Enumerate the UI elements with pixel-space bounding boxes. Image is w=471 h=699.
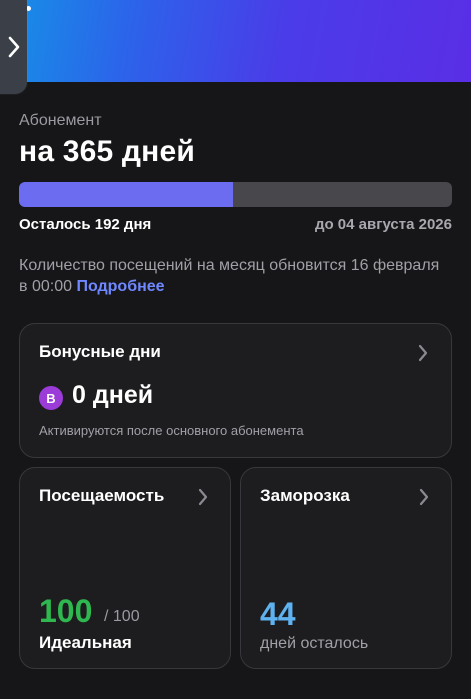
freeze-card[interactable]: Заморозка 44 дней осталось [240,467,452,669]
side-expand-tab[interactable] [0,0,27,94]
days-remaining: Осталось 192 дня [19,216,152,233]
subscription-screen: Абонемент на 365 дней Осталось 192 дня д… [0,0,471,699]
bonus-days-note: Активируются после основного абонемента [39,423,304,438]
attendance-card[interactable]: Посещаемость 100 / 100 Идеальная [19,467,231,669]
attendance-max: / 100 [104,608,140,625]
subscription-title: на 365 дней [19,135,196,168]
chevron-right-icon [198,488,208,506]
attendance-label: Идеальная [39,633,132,652]
chevron-right-icon [418,344,428,362]
freeze-days-label: дней осталось [260,635,369,652]
visits-info: Количество посещений на месяц обновится … [19,255,449,297]
bonus-days-value: 0 дней [72,381,154,409]
chevron-right-icon [419,488,429,506]
subscription-progress-fill [19,182,233,207]
hero-banner [0,0,471,82]
details-link[interactable]: Подробнее [76,278,164,295]
bonus-days-card[interactable]: Бонусные дни B 0 дней Активируются после… [19,323,452,458]
bonus-badge-icon: B [39,386,63,410]
subscription-progress-bar [19,182,452,207]
freeze-days-value: 44 [260,596,296,632]
freeze-title: Заморозка [260,486,350,505]
subscription-label: Абонемент [19,112,102,129]
attendance-value: 100 [39,593,93,629]
bonus-days-title: Бонусные дни [39,342,161,361]
expiry-date: до 04 августа 2026 [314,216,452,233]
chevron-right-icon [8,36,19,58]
attendance-title: Посещаемость [39,486,165,505]
